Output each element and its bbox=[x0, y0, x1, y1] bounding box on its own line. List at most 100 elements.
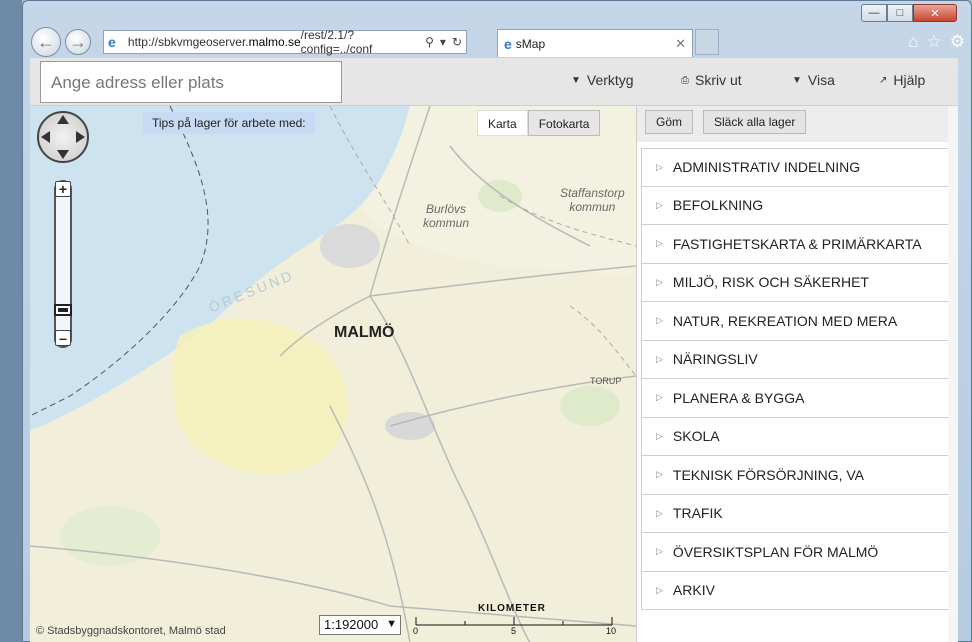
basemap-map-button[interactable]: Karta bbox=[477, 110, 528, 136]
zoom-slider-handle[interactable] bbox=[54, 304, 72, 316]
zoom-out-button[interactable]: – bbox=[55, 330, 71, 346]
expand-triangle-icon: ▷ bbox=[656, 430, 663, 441]
url-host: malmo.se bbox=[248, 35, 301, 49]
map-label-torup: TORUP bbox=[590, 376, 622, 386]
browser-window: — □ ✕ ← → e http://sbkvmgeoserver. malmo.… bbox=[22, 0, 972, 642]
pan-left-icon[interactable] bbox=[41, 131, 50, 143]
url-suffix: /rest/2.1/?config=../conf bbox=[300, 28, 373, 56]
burlov-label-text: Burlövs kommun bbox=[423, 202, 470, 230]
printer-icon: ⎙ bbox=[681, 74, 689, 86]
scale-tick-10: 10 bbox=[606, 626, 617, 636]
layer-category-label: TRAFIK bbox=[672, 505, 723, 522]
layer-category-item[interactable]: ▷ NATUR, REKREATION MED MERA bbox=[641, 302, 958, 341]
menu-help-label: Hjälp bbox=[893, 72, 926, 88]
favorites-star-icon[interactable]: ☆ bbox=[927, 32, 942, 52]
forward-arrow-icon: → bbox=[69, 31, 87, 52]
menu-view-label: Visa bbox=[807, 72, 835, 88]
menu-view[interactable]: ▼ Visa bbox=[792, 72, 835, 88]
map-label-burlov: Burlövs kommun bbox=[423, 202, 469, 230]
expand-triangle-icon: ▷ bbox=[656, 507, 663, 518]
minimize-button[interactable]: — bbox=[861, 4, 887, 22]
layer-category-label: FASTIGHETSKARTA & PRIMÄRKARTA bbox=[672, 235, 922, 252]
scale-bar: KILOMETER 0 5 10 bbox=[408, 603, 618, 637]
layer-category-label: TEKNISK FÖRSÖRJNING, VA bbox=[672, 466, 865, 483]
map-canvas bbox=[30, 106, 636, 642]
hide-sidebar-button[interactable]: Göm bbox=[645, 110, 694, 134]
address-bar[interactable]: e http://sbkvmgeoserver. malmo.se/rest/2.… bbox=[103, 28, 467, 56]
settings-gear-icon[interactable]: ⚙ bbox=[950, 32, 965, 52]
layer-category-item[interactable]: ▷ BEFOLKNING bbox=[641, 186, 958, 225]
expand-triangle-icon: ▷ bbox=[656, 276, 663, 287]
search-input[interactable]: Ange adress eller plats bbox=[40, 61, 342, 103]
layer-tip-banner: Tips på lager för arbete med: bbox=[143, 112, 315, 134]
menu-help[interactable]: ↗ Hjälp bbox=[879, 72, 925, 88]
layer-category-item[interactable]: ▷ NÄRINGSLIV bbox=[641, 340, 958, 379]
basemap-photo-button[interactable]: Fotokarta bbox=[527, 110, 601, 136]
expand-triangle-icon: ▷ bbox=[656, 199, 663, 210]
clear-layers-button[interactable]: Släck alla lager bbox=[703, 110, 807, 134]
window-caption-buttons: — □ ✕ bbox=[861, 4, 957, 22]
basemap-switcher: Karta Fotokarta bbox=[477, 110, 601, 136]
layer-category-list: ▷ ADMINISTRATIV INDELNING ▷ BEFOLKNING ▷ FAST… bbox=[641, 148, 958, 610]
pan-control[interactable] bbox=[37, 111, 89, 163]
zoom-in-button[interactable]: + bbox=[55, 181, 71, 197]
layer-category-label: ARKIV bbox=[672, 582, 715, 599]
expand-triangle-icon: ▷ bbox=[656, 546, 663, 557]
caret-down-icon: ▼ bbox=[571, 74, 581, 86]
zoom-slider-track[interactable] bbox=[54, 180, 72, 348]
staffanstorp-label-text: Staffanstorp kommun bbox=[560, 186, 625, 214]
layer-category-item[interactable]: ▷ TEKNISK FÖRSÖRJNING, VA bbox=[641, 456, 958, 495]
browser-tab[interactable]: e sMap ✕ bbox=[497, 29, 693, 57]
sidebar-scrollbar[interactable] bbox=[948, 106, 958, 642]
close-window-button[interactable]: ✕ bbox=[913, 4, 957, 22]
expand-triangle-icon: ▷ bbox=[656, 353, 663, 364]
scale-tick-5: 5 bbox=[511, 626, 517, 636]
layer-category-item[interactable]: ▷ FASTIGHETSKARTA & PRIMÄRKARTA bbox=[641, 225, 958, 264]
menu-print-label: Skriv ut bbox=[695, 72, 742, 88]
map-view[interactable]: Burlövs kommun Staffanstorp kommun ÖRESU… bbox=[30, 106, 636, 642]
pan-down-icon[interactable] bbox=[57, 150, 69, 159]
refresh-icon[interactable]: ↻ bbox=[452, 35, 462, 49]
layer-category-label: NÄRINGSLIV bbox=[672, 351, 758, 368]
scale-value: 1:192000 bbox=[324, 617, 379, 632]
layer-category-item[interactable]: ▷ PLANERA & BYGGA bbox=[641, 379, 958, 418]
app-toolbar: Ange adress eller plats ▼ Verktyg ⎙ Skriv … bbox=[30, 58, 958, 106]
layer-category-label: ADMINISTRATIV INDELNING bbox=[672, 159, 861, 176]
copyright-text: © Stadsbyggnadskontoret, Malmö stad bbox=[36, 625, 226, 637]
chevron-down-icon: ▼ bbox=[386, 618, 397, 630]
layer-category-item[interactable]: ▷ TRAFIK bbox=[641, 494, 958, 533]
menu-tools-label: Verktyg bbox=[586, 72, 634, 88]
pan-right-icon[interactable] bbox=[76, 131, 85, 143]
page-content: Ange adress eller plats ▼ Verktyg ⎙ Skriv … bbox=[30, 58, 958, 642]
home-icon[interactable]: ⌂ bbox=[908, 32, 918, 52]
search-icon[interactable]: ⚲ bbox=[425, 35, 434, 49]
layer-category-label: NATUR, REKREATION MED MERA bbox=[672, 312, 898, 329]
layer-category-item[interactable]: ▷ ADMINISTRATIV INDELNING bbox=[641, 148, 958, 187]
layer-category-item[interactable]: ▷ SKOLA bbox=[641, 417, 958, 456]
forward-button[interactable]: → bbox=[65, 29, 91, 55]
layer-category-label: PLANERA & BYGGA bbox=[672, 389, 805, 406]
layer-category-label: SKOLA bbox=[672, 428, 720, 445]
sidebar-toolbar: Göm Släck alla lager bbox=[637, 106, 958, 142]
browser-toolbar-icons: ⌂ ☆ ⚙ bbox=[908, 32, 965, 52]
menu-print[interactable]: ⎙ Skriv ut bbox=[681, 72, 742, 88]
layer-category-item[interactable]: ▷ ÖVERSIKTSPLAN FÖR MALMÖ bbox=[641, 533, 958, 572]
layer-category-item[interactable]: ▷ MILJÖ, RISK OCH SÄKERHET bbox=[641, 263, 958, 302]
map-label-staffanstorp: Staffanstorp kommun bbox=[560, 186, 625, 214]
back-button[interactable]: ← bbox=[31, 27, 61, 57]
new-tab-button[interactable] bbox=[695, 29, 719, 55]
tab-ie-icon: e bbox=[504, 35, 512, 52]
desktop-background bbox=[0, 0, 22, 642]
close-tab-icon[interactable]: ✕ bbox=[675, 36, 686, 52]
expand-triangle-icon: ▷ bbox=[656, 161, 663, 172]
caret-down-icon: ▼ bbox=[792, 74, 802, 86]
dropdown-icon[interactable]: ▾ bbox=[440, 35, 446, 49]
back-arrow-icon: ← bbox=[37, 31, 55, 52]
scale-select[interactable]: 1:192000 ▼ bbox=[319, 615, 401, 635]
layer-category-item[interactable]: ▷ ARKIV bbox=[641, 571, 958, 610]
layer-category-label: MILJÖ, RISK OCH SÄKERHET bbox=[672, 274, 869, 291]
menu-tools[interactable]: ▼ Verktyg bbox=[571, 72, 634, 88]
maximize-button[interactable]: □ bbox=[887, 4, 913, 22]
external-link-icon: ↗ bbox=[879, 74, 888, 86]
pan-up-icon[interactable] bbox=[57, 115, 69, 124]
